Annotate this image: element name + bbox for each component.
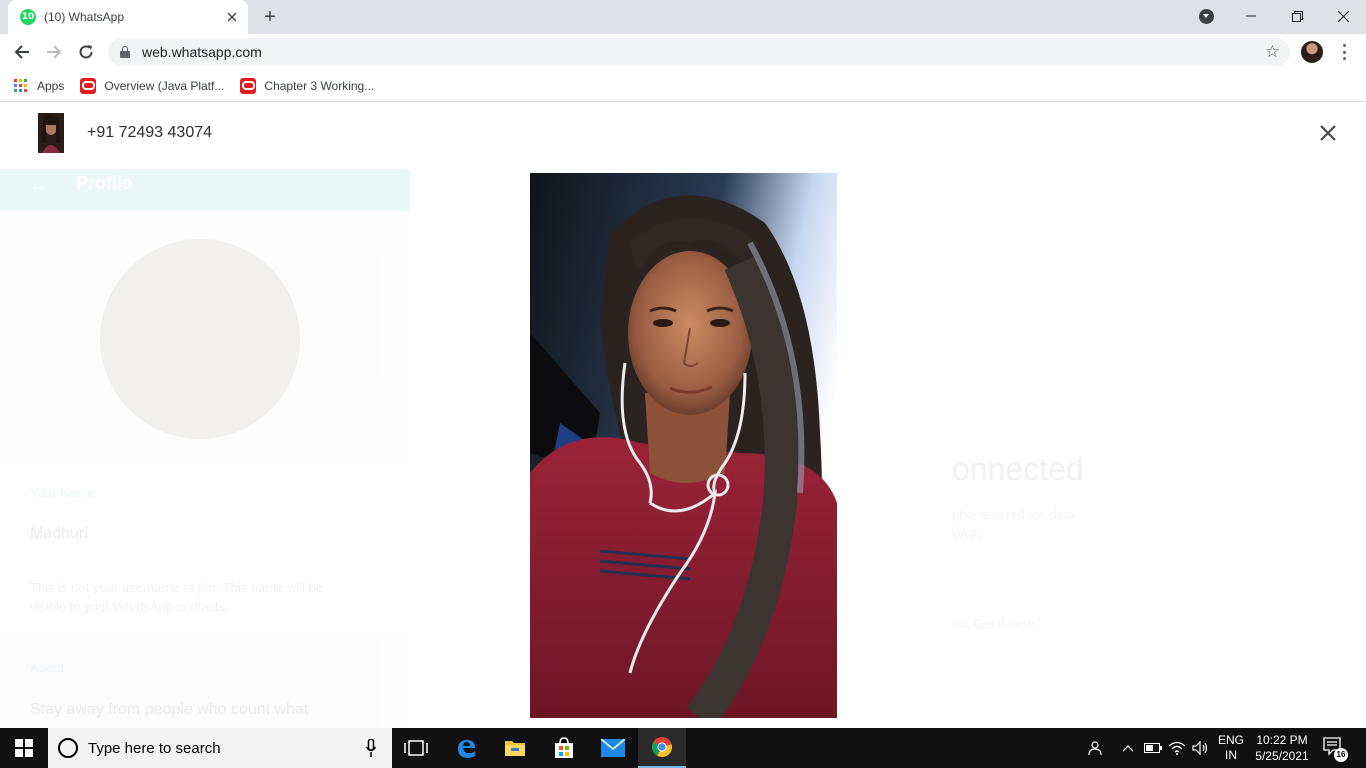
tab-search-dropdown-icon[interactable]	[1199, 9, 1214, 24]
bookmark-chapter-3[interactable]: Chapter 3 Working...	[240, 77, 375, 94]
volume-icon[interactable]	[1190, 728, 1212, 768]
name-value: Madhuri	[30, 525, 88, 542]
profile-photo	[530, 173, 837, 718]
task-view-icon[interactable]	[392, 728, 440, 768]
language-code: ENG	[1217, 733, 1244, 747]
bookmark-label: Apps	[37, 78, 65, 93]
about-label: About	[30, 660, 64, 675]
clock-date: 5/25/2021	[1255, 749, 1309, 763]
windows-logo-icon	[15, 739, 33, 757]
region-code: IN	[1225, 748, 1237, 762]
file-explorer-icon[interactable]	[491, 728, 539, 768]
cortana-search-icon	[58, 738, 78, 758]
oracle-icon	[80, 77, 97, 94]
minimize-button[interactable]	[1228, 0, 1274, 32]
connected-sub-1: phone to reduce data	[952, 507, 1075, 522]
windows-start-button[interactable]	[0, 728, 48, 768]
windows-taskbar: Type here to search ENG IN 10:22 PM 5/25…	[0, 728, 1366, 768]
new-tab-button[interactable]: +	[258, 6, 282, 28]
oracle-icon	[240, 77, 257, 94]
profile-header	[0, 169, 410, 211]
bookmark-java-overview[interactable]: Overview (Java Platf...	[80, 77, 225, 94]
edge-browser-icon[interactable]	[442, 728, 490, 768]
people-icon[interactable]	[1082, 728, 1106, 768]
bookmark-apps[interactable]: Apps	[14, 78, 65, 93]
address-bar[interactable]: web.whatsapp.com ☆	[108, 38, 1290, 66]
input-language-indicator[interactable]: ENG IN	[1214, 728, 1248, 768]
name-note: This is not your username or pin. This n…	[30, 580, 324, 614]
tab-close-icon[interactable]	[222, 7, 242, 27]
back-button[interactable]	[9, 40, 35, 64]
about-value: Stay away from people who count what	[30, 701, 309, 718]
microsoft-store-icon[interactable]	[540, 728, 588, 768]
profile-title: Profile	[76, 173, 133, 193]
whatsapp-favicon-icon: 10	[20, 9, 36, 25]
chrome-taskbar-icon[interactable]	[638, 728, 686, 768]
profile-avatar	[100, 239, 300, 439]
media-viewer-header: +91 72493 43074	[0, 103, 1366, 163]
url-text[interactable]: web.whatsapp.com	[142, 44, 262, 60]
search-placeholder: Type here to search	[88, 739, 221, 757]
mail-icon[interactable]	[589, 728, 637, 768]
bookmarks-bar: Apps Overview (Java Platf... Chapter 3 W…	[0, 70, 1366, 102]
restore-button[interactable]	[1274, 0, 1320, 32]
contact-name: +91 72493 43074	[87, 124, 213, 141]
wifi-icon[interactable]	[1166, 728, 1188, 768]
bookmark-label: Chapter 3 Working...	[264, 78, 375, 93]
lock-icon[interactable]	[120, 46, 130, 58]
forward-button[interactable]	[41, 40, 67, 64]
show-hidden-icons-chevron-icon[interactable]	[1118, 728, 1138, 768]
close-window-button[interactable]	[1320, 0, 1366, 32]
clock-time: 10:22 PM	[1256, 733, 1308, 747]
reload-button[interactable]	[73, 40, 99, 64]
notification-count-badge: 16	[1334, 748, 1348, 762]
chrome-profile-avatar[interactable]	[1301, 41, 1323, 63]
browser-tab-whatsapp[interactable]: 10 (10) WhatsApp	[8, 0, 248, 34]
close-viewer-icon[interactable]	[1316, 121, 1340, 145]
connected-sub-2: Wi-Fi.	[952, 527, 986, 542]
battery-icon[interactable]	[1142, 728, 1164, 768]
browser-tab-strip: 10 (10) WhatsApp +	[0, 0, 1366, 34]
chrome-menu-icon[interactable]	[1336, 42, 1352, 62]
whatsapp-page: ← Profile Your Name Madhuri This is not …	[0, 103, 1366, 728]
taskbar-search-box[interactable]: Type here to search	[48, 728, 392, 768]
contact-avatar[interactable]	[38, 113, 64, 153]
microphone-icon[interactable]	[365, 738, 377, 757]
name-label: Your Name	[30, 485, 95, 500]
clock[interactable]: 10:22 PM 5/25/2021	[1250, 728, 1314, 768]
tab-title: (10) WhatsApp	[44, 10, 125, 24]
calls-text: ou. Get it here.	[952, 616, 1038, 631]
connected-heading: onnected	[952, 451, 1084, 487]
back-arrow-icon: ←	[30, 175, 48, 195]
browser-toolbar: web.whatsapp.com ☆	[0, 34, 1366, 70]
bookmark-label: Overview (Java Platf...	[104, 78, 225, 93]
apps-grid-icon	[14, 78, 28, 93]
bookmark-star-icon[interactable]: ☆	[1265, 43, 1280, 61]
